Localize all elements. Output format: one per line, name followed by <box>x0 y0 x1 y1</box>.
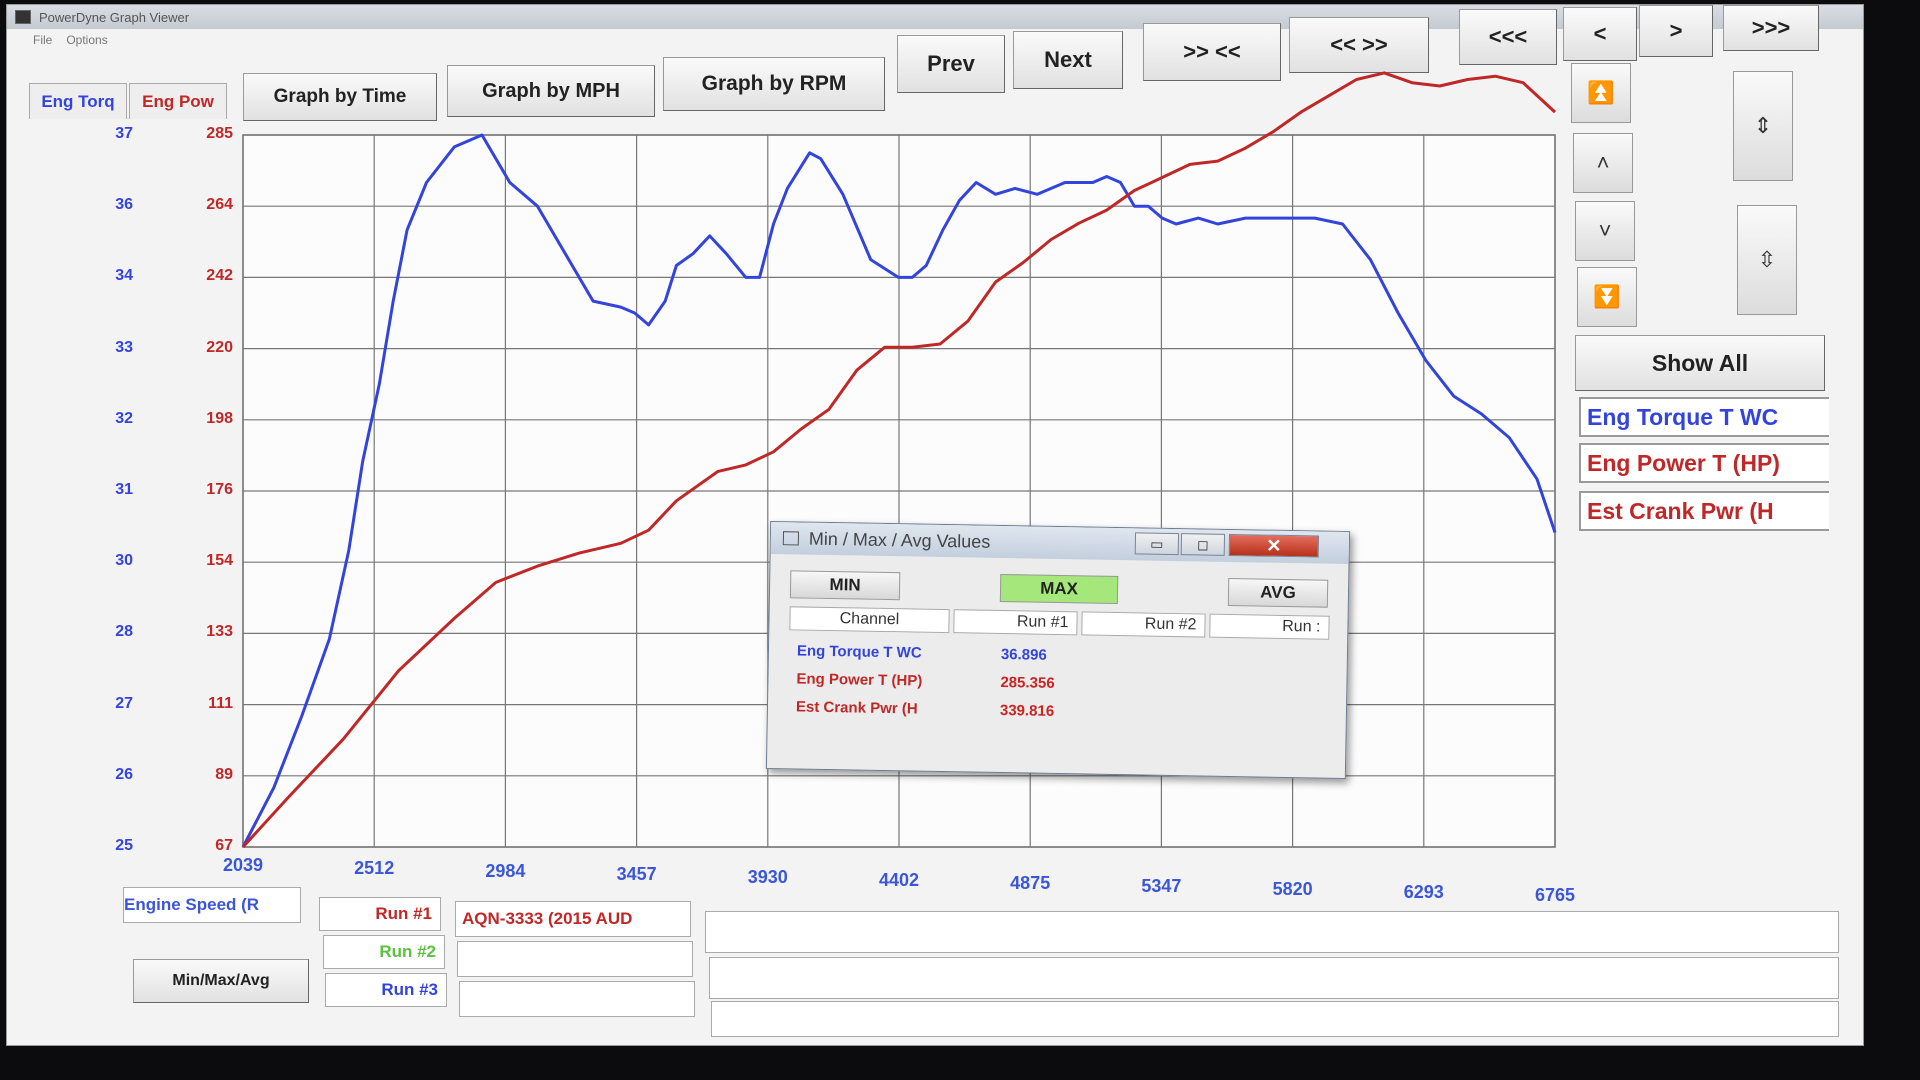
run-2-label[interactable]: Run #2 <box>323 935 445 969</box>
run-1-description: AQN-3333 (2015 AUD <box>455 901 691 937</box>
y-tick-power: 67 <box>215 837 233 854</box>
y-tick-power: 176 <box>206 481 233 498</box>
x-channel-label[interactable]: Engine Speed (R <box>123 887 301 923</box>
dialog-title: Min / Max / Avg Values <box>808 528 991 552</box>
collapse-button[interactable]: ⇳ <box>1737 205 1797 315</box>
x-tick: 6765 <box>1534 885 1576 905</box>
notes-field-3[interactable] <box>711 1001 1839 1037</box>
x-tick: 6293 <box>1403 882 1444 902</box>
double-chevron-up-icon: ⏫ <box>1587 80 1615 105</box>
x-tick: 5820 <box>1272 879 1313 899</box>
y-tick-torque: 34 <box>115 267 133 285</box>
x-tick: 2984 <box>485 861 526 881</box>
notes-field-2[interactable] <box>709 957 1839 999</box>
expand-icon: ⇕ <box>1753 113 1773 138</box>
min-max-avg-dialog: Min / Max / Avg Values ▭ ◻ ✕ MIN MAX AVG… <box>765 520 1351 780</box>
y-tick-torque: 25 <box>115 837 133 854</box>
x-tick: 2512 <box>354 858 395 878</box>
expand-button[interactable]: ⇕ <box>1733 71 1793 181</box>
column-run-2: Run #2 <box>1081 611 1206 638</box>
minimize-icon: ▭ <box>1150 535 1164 552</box>
dialog-window-icon <box>782 531 800 546</box>
row-label-torque: Eng Torque T WC <box>796 642 922 662</box>
double-chevron-down-icon: ⏬ <box>1593 284 1621 309</box>
y-tick-power: 220 <box>206 338 233 356</box>
y-tick-power: 264 <box>206 196 233 214</box>
last-button[interactable]: >>> <box>1723 5 1819 51</box>
scroll-down-button[interactable]: ˅ <box>1575 201 1635 261</box>
run-1-label[interactable]: Run #1 <box>319 897 441 931</box>
y-tick-torque: 31 <box>115 481 133 498</box>
close-button[interactable]: ✕ <box>1228 533 1320 558</box>
max-button[interactable]: MAX <box>999 573 1119 605</box>
y-tick-torque: 33 <box>115 338 133 356</box>
x-tick: 4875 <box>1010 873 1051 893</box>
y-tick-power: 242 <box>206 267 233 285</box>
minimize-button[interactable]: ▭ <box>1134 532 1180 556</box>
row-value-crank: 339.816 <box>999 701 1055 720</box>
min-button[interactable]: MIN <box>789 570 901 601</box>
x-tick: 3457 <box>616 864 657 884</box>
run-2-description <box>457 941 693 977</box>
legend-eng-power[interactable]: Eng Power T (HP) <box>1579 443 1829 483</box>
y-tick-power: 198 <box>206 409 233 427</box>
column-run-1: Run #1 <box>953 609 1078 636</box>
show-all-button[interactable]: Show All <box>1575 335 1825 391</box>
scroll-top-button[interactable]: ⏫ <box>1571 63 1631 123</box>
x-tick: 5347 <box>1141 876 1182 896</box>
x-tick: 4402 <box>878 870 920 890</box>
column-run-3: Run : <box>1209 613 1330 640</box>
column-channel: Channel <box>789 606 950 634</box>
y-tick-torque: 36 <box>115 196 133 214</box>
row-label-power: Eng Power T (HP) <box>796 670 923 690</box>
y-tick-power: 111 <box>208 694 233 712</box>
chevron-down-icon: ˅ <box>1598 218 1612 243</box>
y-tick-torque: 28 <box>115 623 133 641</box>
run-3-description <box>459 981 695 1017</box>
row-label-crank: Est Crank Pwr (H <box>795 698 918 718</box>
run-3-label[interactable]: Run #3 <box>325 973 447 1007</box>
min-max-avg-button[interactable]: Min/Max/Avg <box>133 959 309 1003</box>
notes-field-1[interactable] <box>705 911 1839 953</box>
maximize-button[interactable]: ◻ <box>1180 533 1226 556</box>
y-tick-torque: 32 <box>115 409 133 427</box>
row-value-torque: 36.896 <box>1000 646 1047 664</box>
chevron-up-icon: ˄ <box>1596 150 1610 175</box>
forward-button[interactable]: > <box>1639 5 1713 57</box>
x-tick: 2039 <box>222 855 264 875</box>
scroll-up-button[interactable]: ˄ <box>1573 133 1633 193</box>
y-tick-power: 89 <box>215 765 233 783</box>
y-tick-power: 285 <box>206 125 233 142</box>
legend-eng-torque[interactable]: Eng Torque T WC <box>1579 397 1829 437</box>
avg-button[interactable]: AVG <box>1227 577 1329 608</box>
y-tick-torque: 26 <box>115 765 133 783</box>
maximize-icon: ◻ <box>1196 535 1209 553</box>
close-icon: ✕ <box>1266 535 1282 556</box>
y-tick-torque: 27 <box>115 694 133 712</box>
legend-est-crank-pwr[interactable]: Est Crank Pwr (H <box>1579 491 1829 531</box>
y-tick-power: 154 <box>206 552 233 570</box>
back-button[interactable]: < <box>1563 7 1637 61</box>
x-tick: 3930 <box>747 867 788 887</box>
row-value-power: 285.356 <box>1000 674 1055 692</box>
scroll-bottom-button[interactable]: ⏬ <box>1577 267 1637 327</box>
y-tick-power: 133 <box>206 623 233 641</box>
collapse-icon: ⇳ <box>1757 247 1777 272</box>
y-tick-torque: 30 <box>115 552 133 570</box>
y-tick-torque: 37 <box>115 125 133 142</box>
